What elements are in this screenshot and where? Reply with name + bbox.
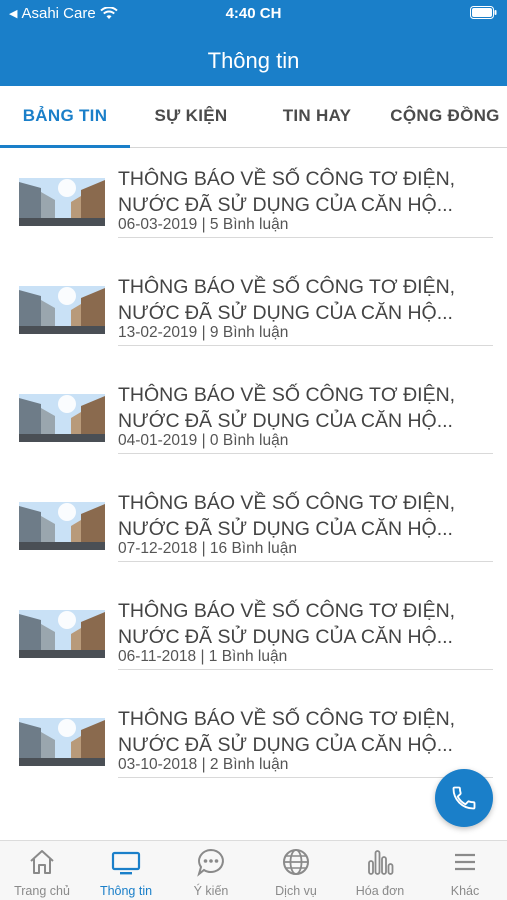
nav-y-kien[interactable]: Ý kiến: [169, 841, 253, 900]
nav-khac[interactable]: Khác: [423, 841, 507, 900]
news-thumbnail: [19, 178, 105, 226]
news-title-line: THÔNG BÁO VỀ SỐ CÔNG TƠ ĐIỆN,: [118, 600, 456, 622]
news-title: THÔNG BÁO VỀ SỐ CÔNG TƠ ĐIỆN, NƯỚC ĐÃ SỬ…: [118, 274, 498, 326]
home-icon: [30, 850, 54, 874]
divider: [118, 345, 493, 346]
news-title-line: NƯỚC ĐÃ SỬ DỤNG CỦA CĂN HỘ...: [118, 194, 453, 216]
nav-label: Khác: [450, 884, 480, 898]
tab-cong-dong[interactable]: CỘNG ĐỒNG: [383, 86, 507, 147]
divider: [118, 561, 493, 562]
news-title-line: THÔNG BÁO VỀ SỐ CÔNG TƠ ĐIỆN,: [118, 708, 456, 730]
globe-icon: [283, 849, 309, 875]
active-tab-indicator: [0, 145, 130, 148]
bottom-nav: Trang chủ Thông tin Ý kiến Dịch vụ Hóa đ…: [0, 840, 507, 900]
news-title-line: THÔNG BÁO VỀ SỐ CÔNG TƠ ĐIỆN,: [118, 384, 456, 406]
nav-dich-vu[interactable]: Dịch vụ: [254, 841, 338, 900]
menu-icon: [455, 853, 475, 871]
page-title: Thông tin: [207, 48, 300, 73]
tab-bang-tin[interactable]: BẢNG TIN: [0, 86, 130, 147]
news-item[interactable]: THÔNG BÁO VỀ SỐ CÔNG TƠ ĐIỆN, NƯỚC ĐÃ SỬ…: [0, 366, 507, 474]
status-bar: ◀ Asahi Care 4:40 CH: [0, 0, 507, 28]
news-thumbnail: [19, 610, 105, 658]
news-title: THÔNG BÁO VỀ SỐ CÔNG TƠ ĐIỆN, NƯỚC ĐÃ SỬ…: [118, 166, 498, 218]
nav-label: Thông tin: [99, 884, 153, 898]
news-thumbnail: [19, 718, 105, 766]
news-meta: 06-03-2019 | 5 Bình luận: [118, 216, 289, 233]
news-item[interactable]: THÔNG BÁO VỀ SỐ CÔNG TƠ ĐIỆN, NƯỚC ĐÃ SỬ…: [0, 258, 507, 366]
call-button[interactable]: [435, 769, 493, 827]
news-title: THÔNG BÁO VỀ SỐ CÔNG TƠ ĐIỆN, NƯỚC ĐÃ SỬ…: [118, 598, 498, 650]
news-title-line: THÔNG BÁO VỀ SỐ CÔNG TƠ ĐIỆN,: [118, 276, 456, 298]
nav-hoa-don[interactable]: Hóa đơn: [338, 841, 422, 900]
divider: [118, 453, 493, 454]
phone-icon: [452, 786, 476, 810]
news-thumbnail: [19, 502, 105, 550]
tab-su-kien[interactable]: SỰ KIỆN: [126, 86, 256, 147]
nav-label: Trang chủ: [14, 884, 70, 898]
news-title-line: NƯỚC ĐÃ SỬ DỤNG CỦA CĂN HỘ...: [118, 626, 453, 648]
app-header: ◀ Asahi Care 4:40 CH Thông tin: [0, 0, 507, 86]
nav-thong-tin[interactable]: Thông tin: [84, 841, 168, 900]
news-meta: 06-11-2018 | 1 Bình luận: [118, 648, 288, 665]
news-meta: 04-01-2019 | 0 Bình luận: [118, 432, 289, 449]
news-meta: 07-12-2018 | 16 Bình luận: [118, 540, 297, 557]
news-thumbnail: [19, 394, 105, 442]
nav-label: Dịch vụ: [275, 884, 317, 898]
divider: [118, 777, 493, 778]
tab-tin-hay[interactable]: TIN HAY: [252, 86, 382, 147]
status-time: 4:40 CH: [225, 5, 282, 22]
news-title-line: NƯỚC ĐÃ SỬ DỤNG CỦA CĂN HỘ...: [118, 410, 453, 432]
news-meta: 13-02-2019 | 9 Bình luận: [118, 324, 289, 341]
news-thumbnail: [19, 286, 105, 334]
category-tabs: BẢNG TIN SỰ KIỆN TIN HAY CỘNG ĐỒNG: [0, 86, 507, 148]
news-title-line: NƯỚC ĐÃ SỬ DỤNG CỦA CĂN HỘ...: [118, 734, 453, 756]
news-title: THÔNG BÁO VỀ SỐ CÔNG TƠ ĐIỆN, NƯỚC ĐÃ SỬ…: [118, 706, 498, 758]
news-title-line: NƯỚC ĐÃ SỬ DỤNG CỦA CĂN HỘ...: [118, 302, 453, 324]
monitor-icon: [111, 851, 141, 875]
news-title: THÔNG BÁO VỀ SỐ CÔNG TƠ ĐIỆN, NƯỚC ĐÃ SỬ…: [118, 382, 498, 434]
news-item[interactable]: THÔNG BÁO VỀ SỐ CÔNG TƠ ĐIỆN, NƯỚC ĐÃ SỬ…: [0, 150, 507, 258]
divider: [118, 669, 493, 670]
news-item[interactable]: THÔNG BÁO VỀ SỐ CÔNG TƠ ĐIỆN, NƯỚC ĐÃ SỬ…: [0, 582, 507, 690]
bar-chart-icon: [368, 850, 394, 875]
nav-label: Ý kiến: [193, 884, 229, 898]
news-meta: 03-10-2018 | 2 Bình luận: [118, 756, 289, 773]
news-title-line: NƯỚC ĐÃ SỬ DỤNG CỦA CĂN HỘ...: [118, 518, 453, 540]
news-title-line: THÔNG BÁO VỀ SỐ CÔNG TƠ ĐIỆN,: [118, 492, 456, 514]
news-title-line: THÔNG BÁO VỀ SỐ CÔNG TƠ ĐIỆN,: [118, 168, 456, 190]
news-item[interactable]: THÔNG BÁO VỀ SỐ CÔNG TƠ ĐIỆN, NƯỚC ĐÃ SỬ…: [0, 690, 507, 798]
nav-label: Hóa đơn: [355, 884, 405, 898]
chat-icon: [197, 848, 224, 877]
news-item[interactable]: THÔNG BÁO VỀ SỐ CÔNG TƠ ĐIỆN, NƯỚC ĐÃ SỬ…: [0, 474, 507, 582]
news-title: THÔNG BÁO VỀ SỐ CÔNG TƠ ĐIỆN, NƯỚC ĐÃ SỬ…: [118, 490, 498, 542]
divider: [118, 237, 493, 238]
battery-icon: [470, 6, 497, 23]
nav-trang-chu[interactable]: Trang chủ: [0, 841, 84, 900]
